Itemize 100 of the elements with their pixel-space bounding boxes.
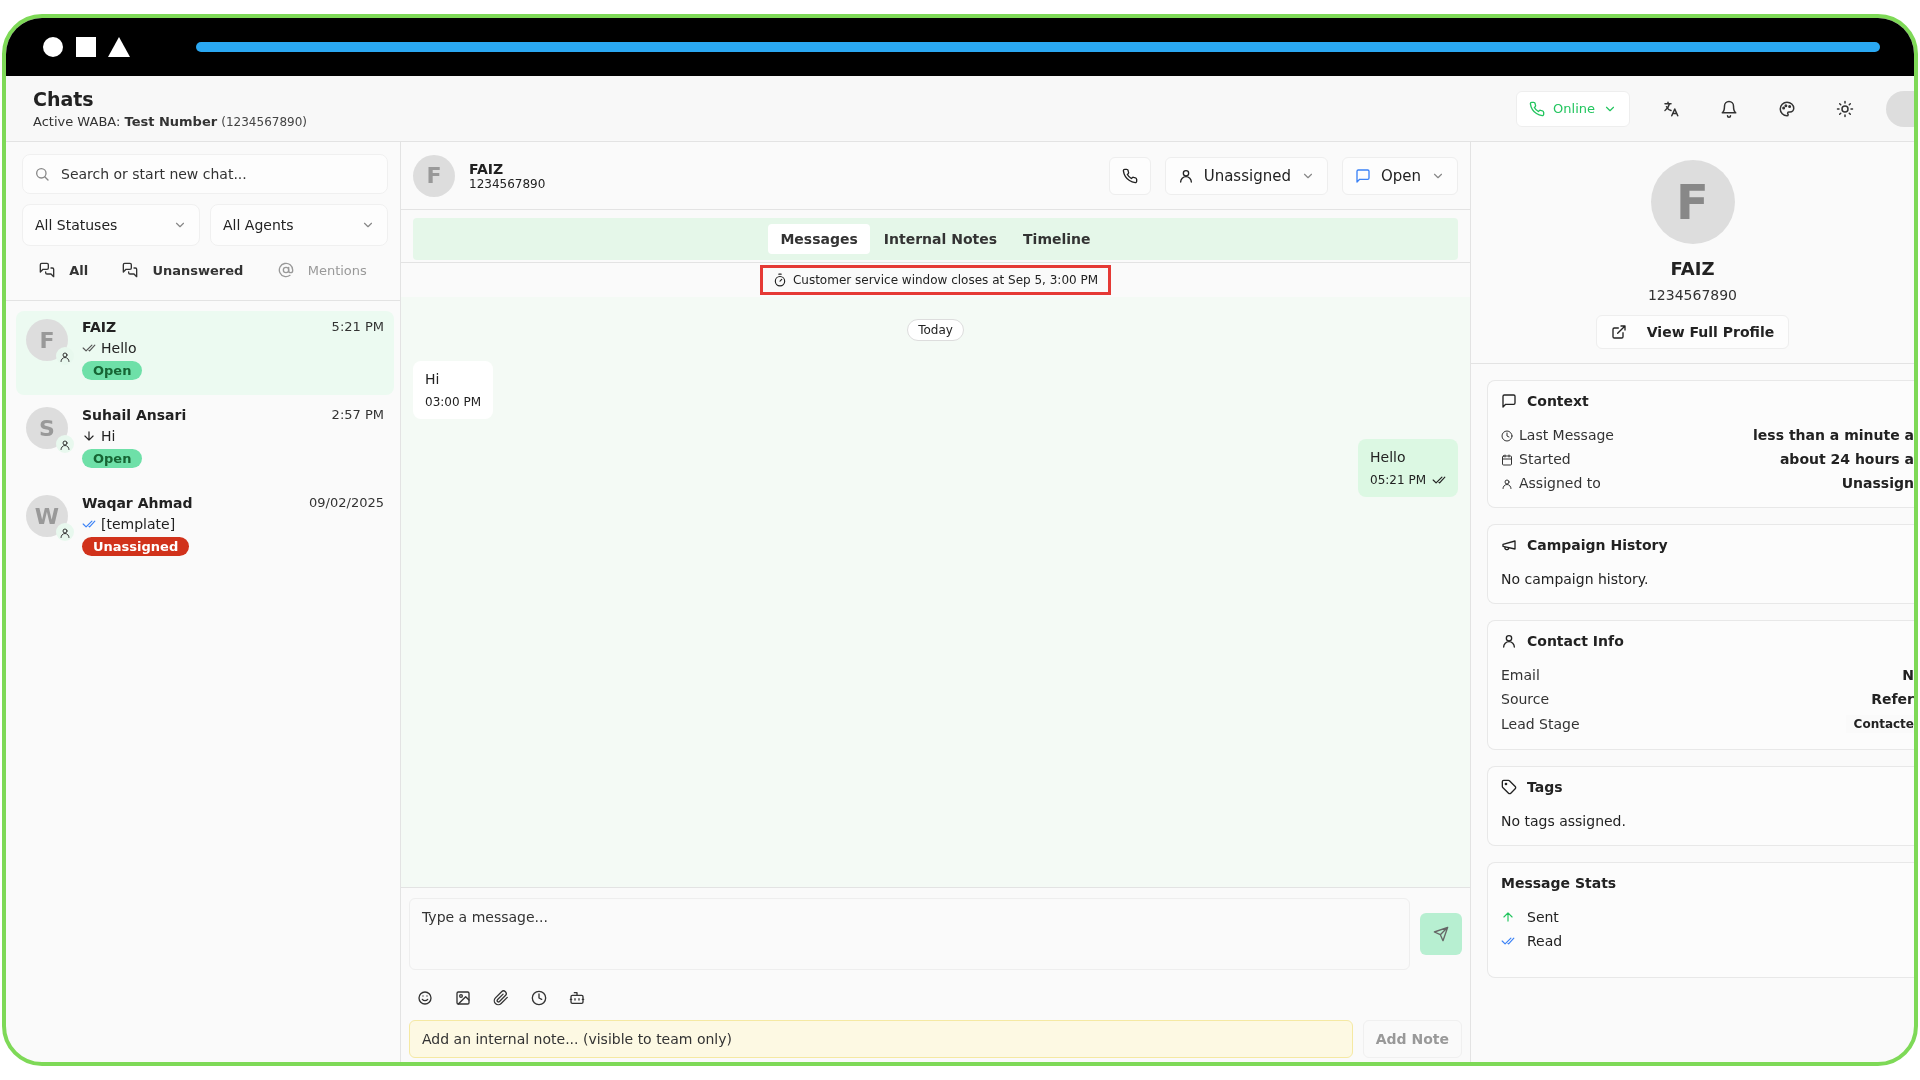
empty-text: No tags assigned. [1501, 813, 1627, 829]
chat-time: 09/02/2025 [309, 495, 384, 511]
waba-number: (1234567890) [221, 115, 307, 129]
card-title: Message Stats [1501, 875, 1617, 891]
chat-bubbles-icon [122, 262, 139, 278]
message-preview: Hi [101, 428, 116, 444]
paperclip-icon[interactable] [493, 990, 509, 1006]
field-label: Email [1501, 667, 1540, 683]
tab[interactable]: Messages [768, 224, 870, 254]
chat-bubbles-icon [39, 262, 56, 278]
filter-dropdown[interactable]: All Agents [210, 204, 388, 246]
timer-icon [772, 273, 787, 287]
message-text: Hi [425, 371, 441, 387]
avatar: F [1650, 160, 1735, 244]
person-icon [56, 435, 74, 453]
assignee-dropdown[interactable]: Unassigned [1164, 156, 1328, 195]
status-badge: Open [82, 361, 143, 380]
page-title: Chats [33, 88, 95, 110]
field-value: about 24 hours a [1779, 451, 1914, 467]
card-title: Campaign History [1527, 537, 1668, 553]
arrow-down-icon [82, 429, 96, 443]
robot-icon[interactable] [569, 990, 585, 1006]
field-label: Last Message [1519, 427, 1614, 443]
card-title: Tags [1527, 779, 1563, 795]
message-preview: [template] [101, 516, 176, 532]
send-button[interactable] [1420, 913, 1462, 955]
tab[interactable]: Internal Notes [871, 224, 1010, 254]
date-divider: Today [907, 319, 964, 341]
message-preview: Hello [101, 340, 137, 356]
card-title: Contact Info [1527, 633, 1624, 649]
field-value: N [1902, 667, 1914, 683]
clock-icon [1501, 429, 1513, 441]
contact-phone: 1234567890 [469, 176, 546, 191]
filter-tab[interactable]: Unanswered [118, 254, 248, 286]
at-sign-icon [277, 262, 294, 278]
field-value: less than a minute a [1753, 427, 1914, 443]
contact-name: Suhail Ansari [82, 407, 187, 423]
chat-time: 5:21 PM [331, 319, 384, 335]
empty-text: No campaign history. [1501, 571, 1650, 587]
sun-icon[interactable] [1836, 99, 1854, 118]
contact-name: FAIZ [469, 160, 505, 177]
avatar: F [26, 319, 68, 361]
search-icon [34, 166, 50, 182]
message-input[interactable]: Type a message... [409, 898, 1410, 970]
field-label: Started [1519, 451, 1571, 467]
field-value: Unassign [1841, 475, 1914, 491]
message-time: 05:21 PM [1370, 473, 1426, 487]
contact-name: FAIZ [1670, 258, 1715, 279]
filter-tab[interactable]: All [35, 254, 93, 286]
avatar: S [26, 407, 68, 449]
filter-dropdown[interactable]: All Statuses [22, 204, 200, 246]
status-dropdown[interactable]: Open [1341, 156, 1458, 195]
person-icon [1501, 633, 1517, 649]
message-time: 03:00 PM [425, 395, 481, 409]
bell-icon[interactable] [1720, 99, 1738, 118]
arrow-up-icon [1501, 910, 1515, 924]
field-label: Lead Stage [1501, 716, 1580, 732]
chat-list-item[interactable]: S Suhail Ansari 2:57 PM Hi Open [16, 399, 394, 483]
active-waba-label: Active WABA: Test Number [33, 114, 218, 129]
person-icon [1501, 477, 1513, 489]
palette-icon[interactable] [1778, 99, 1796, 118]
chat-time: 2:57 PM [331, 407, 384, 423]
person-icon [56, 347, 74, 365]
tab[interactable]: Timeline [1011, 224, 1103, 254]
person-icon [1177, 167, 1194, 184]
chat-list-item[interactable]: W Waqar Ahmad 09/02/2025 [template] Unassigned [16, 487, 394, 571]
message-icon [1501, 393, 1517, 409]
emoji-icon[interactable] [417, 990, 433, 1006]
tag-icon [1501, 779, 1517, 795]
view-profile-button[interactable]: View Full Profile [1595, 315, 1790, 349]
contact-name: FAIZ [82, 319, 117, 335]
message-icon [1354, 167, 1371, 184]
service-window-notice: Customer service window closes at Sep 5, 3:00 PM [792, 273, 1099, 287]
status-badge: Unassigned [82, 537, 190, 556]
phone-icon [1121, 167, 1138, 184]
send-icon [1433, 926, 1449, 942]
contact-phone: 1234567890 [1647, 287, 1738, 303]
card-title: Context [1527, 393, 1589, 409]
contact-name: Waqar Ahmad [82, 495, 193, 511]
message-text: Hello [1370, 449, 1407, 465]
clock-icon[interactable] [531, 990, 547, 1006]
calendar-icon [1501, 453, 1513, 465]
external-link-icon [1610, 324, 1627, 340]
chat-list-item[interactable]: F FAIZ 5:21 PM Hello Open [16, 311, 394, 395]
person-icon [56, 523, 74, 541]
phone-icon [1529, 100, 1546, 117]
translate-icon[interactable] [1662, 99, 1680, 118]
stat-label: Sent [1527, 909, 1559, 925]
note-input[interactable]: Add an internal note... (visible to team only) [409, 1020, 1353, 1058]
field-label: Source [1501, 691, 1550, 707]
status-badge: Open [82, 449, 143, 468]
avatar: F [413, 154, 455, 197]
megaphone-icon [1501, 537, 1517, 553]
search-field[interactable]: Search or start new chat... [22, 154, 388, 194]
avatar: W [26, 495, 68, 537]
call-button[interactable] [1108, 156, 1151, 195]
field-label: Assigned to [1519, 475, 1601, 491]
image-icon[interactable] [455, 990, 471, 1006]
field-value: Refer [1871, 691, 1914, 707]
stat-label: Read [1527, 933, 1563, 949]
